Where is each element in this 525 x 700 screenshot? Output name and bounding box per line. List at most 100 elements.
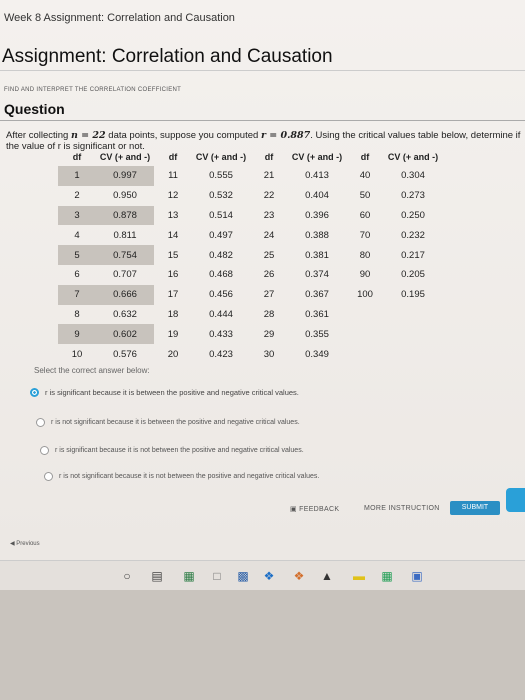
df-cell: 1 bbox=[58, 166, 96, 186]
df-cell: 40 bbox=[359, 170, 371, 182]
cv-cell: 0.514 bbox=[209, 209, 233, 221]
page-title: Assignment: Correlation and Causation bbox=[2, 46, 333, 67]
task-view-icon[interactable]: ▤ bbox=[150, 569, 164, 583]
answer-option-1[interactable]: r is significant because it is between t… bbox=[30, 388, 299, 397]
table-header-row: df CV (+ and -) df CV (+ and -) df CV (+ and … bbox=[58, 148, 442, 166]
cv-cell: 0.666 bbox=[96, 284, 154, 305]
cv-cell bbox=[384, 324, 442, 344]
df-cell: 30 bbox=[263, 348, 275, 360]
excel-icon[interactable]: ▦ bbox=[380, 569, 394, 583]
df-cell: 26 bbox=[263, 269, 275, 281]
df-cell: 4 bbox=[74, 229, 80, 241]
cv-cell: 0.367 bbox=[305, 289, 329, 301]
flag-icon: ▣ bbox=[290, 506, 297, 513]
cv-cell bbox=[384, 305, 442, 325]
cv-cell: 0.468 bbox=[209, 269, 233, 281]
table-row: 5 0.754 15 0.482 25 0.381 80 0.217 bbox=[58, 245, 442, 265]
radio-button[interactable] bbox=[30, 388, 39, 397]
df-cell: 70 bbox=[359, 229, 371, 241]
folder-icon[interactable]: ▬ bbox=[352, 569, 366, 583]
previous-link[interactable]: ◀ Previous bbox=[10, 540, 40, 547]
table-row: 6 0.707 16 0.468 26 0.374 90 0.205 bbox=[58, 265, 442, 285]
cv-cell: 0.250 bbox=[401, 209, 425, 221]
chevron-left-icon: ◀ bbox=[10, 541, 15, 547]
desk-background bbox=[0, 590, 525, 700]
table-row: 9 0.602 19 0.433 29 0.355 bbox=[58, 324, 442, 345]
cv-cell: 0.602 bbox=[96, 324, 154, 345]
feather-app-icon[interactable]: ❖ bbox=[292, 569, 306, 583]
answer-option-3[interactable]: r is significant because it is not betwe… bbox=[40, 446, 304, 455]
divider bbox=[0, 120, 525, 121]
r-expression: r = 0.887 bbox=[260, 130, 311, 141]
file-explorer-icon[interactable]: □ bbox=[210, 569, 224, 583]
radio-button[interactable] bbox=[44, 472, 53, 481]
word-app-icon[interactable]: ▩ bbox=[236, 569, 250, 583]
cv-cell: 0.361 bbox=[305, 308, 329, 320]
dropbox-icon[interactable]: ❖ bbox=[262, 569, 276, 583]
cortana-circle-icon[interactable]: ○ bbox=[120, 569, 134, 583]
cv-cell: 0.381 bbox=[305, 249, 329, 261]
answer-option-label: r is significant because it is not betwe… bbox=[55, 447, 304, 454]
answer-option-2[interactable]: r is not significant because it is betwe… bbox=[36, 418, 300, 427]
title-bar: Assignment: Correlation and Causation bbox=[0, 40, 525, 71]
answer-option-4[interactable]: r is not significant because it is not b… bbox=[44, 472, 319, 481]
df-cell: 10 bbox=[71, 348, 83, 360]
cv-cell: 0.433 bbox=[209, 328, 233, 340]
prompt-text-1: After collecting bbox=[6, 130, 71, 141]
app-icon[interactable]: ▲ bbox=[320, 569, 334, 583]
df-cell: 23 bbox=[263, 209, 275, 221]
cv-cell: 0.444 bbox=[209, 308, 233, 320]
df-cell: 12 bbox=[167, 190, 179, 202]
cv-cell: 0.388 bbox=[305, 229, 329, 241]
cv-cell: 0.195 bbox=[401, 289, 425, 301]
column-header-df: df bbox=[360, 152, 370, 162]
table-row: 1 0.997 11 0.555 21 0.413 40 0.304 bbox=[58, 166, 442, 186]
cv-cell: 0.811 bbox=[113, 229, 137, 241]
df-cell: 18 bbox=[167, 308, 179, 320]
cv-cell: 0.950 bbox=[113, 190, 137, 202]
submit-button[interactable]: SUBMIT bbox=[450, 501, 500, 515]
assignment-page: Week 8 Assignment: Correlation and Causa… bbox=[0, 0, 525, 560]
answer-option-label: r is not significant because it is not b… bbox=[59, 473, 320, 480]
cv-cell: 0.997 bbox=[96, 166, 154, 186]
df-cell: 60 bbox=[359, 209, 371, 221]
df-cell: 22 bbox=[263, 190, 275, 202]
df-cell: 9 bbox=[58, 324, 96, 345]
column-header-cv: CV (+ and -) bbox=[387, 152, 439, 162]
df-cell: 5 bbox=[58, 245, 96, 265]
breadcrumb[interactable]: Week 8 Assignment: Correlation and Causa… bbox=[4, 12, 235, 24]
n-expression: n = 22 bbox=[70, 130, 106, 141]
radio-button[interactable] bbox=[40, 446, 49, 455]
cv-cell: 0.423 bbox=[209, 348, 233, 360]
df-cell: 2 bbox=[74, 190, 80, 202]
side-panel-toggle[interactable] bbox=[506, 488, 525, 512]
prompt-text-2: data points, suppose you computed bbox=[105, 130, 261, 141]
more-instruction-button[interactable]: MORE INSTRUCTION bbox=[364, 505, 440, 512]
column-header-df: df bbox=[168, 152, 178, 162]
feedback-button[interactable]: ▣ FEEDBACK bbox=[290, 505, 339, 513]
radio-button[interactable] bbox=[36, 418, 45, 427]
table-row: 3 0.878 13 0.514 23 0.396 60 0.250 bbox=[58, 205, 442, 226]
table-row: 8 0.632 18 0.444 28 0.361 bbox=[58, 305, 442, 325]
cv-cell: 0.754 bbox=[96, 245, 154, 265]
cv-cell: 0.273 bbox=[401, 190, 425, 202]
cv-cell: 0.878 bbox=[96, 205, 154, 226]
df-cell: 19 bbox=[167, 328, 179, 340]
df-cell: 15 bbox=[167, 249, 179, 261]
cv-cell: 0.205 bbox=[401, 269, 425, 281]
df-cell: 8 bbox=[74, 308, 80, 320]
table-row: 7 0.666 17 0.456 27 0.367 100 0.195 bbox=[58, 284, 442, 305]
cv-cell: 0.532 bbox=[209, 190, 233, 202]
df-cell: 28 bbox=[263, 308, 275, 320]
column-header-cv: CV (+ and -) bbox=[291, 152, 343, 162]
df-cell: 17 bbox=[167, 289, 179, 301]
window-icon[interactable]: ▣ bbox=[410, 569, 424, 583]
cv-cell: 0.707 bbox=[113, 269, 137, 281]
df-cell bbox=[346, 344, 384, 364]
spreadsheet-app-icon[interactable]: ▦ bbox=[182, 569, 196, 583]
column-header-df: df bbox=[72, 152, 82, 162]
df-cell bbox=[346, 305, 384, 325]
cv-cell: 0.576 bbox=[113, 348, 137, 360]
df-cell: 6 bbox=[74, 269, 80, 281]
question-heading: Question bbox=[4, 101, 65, 117]
